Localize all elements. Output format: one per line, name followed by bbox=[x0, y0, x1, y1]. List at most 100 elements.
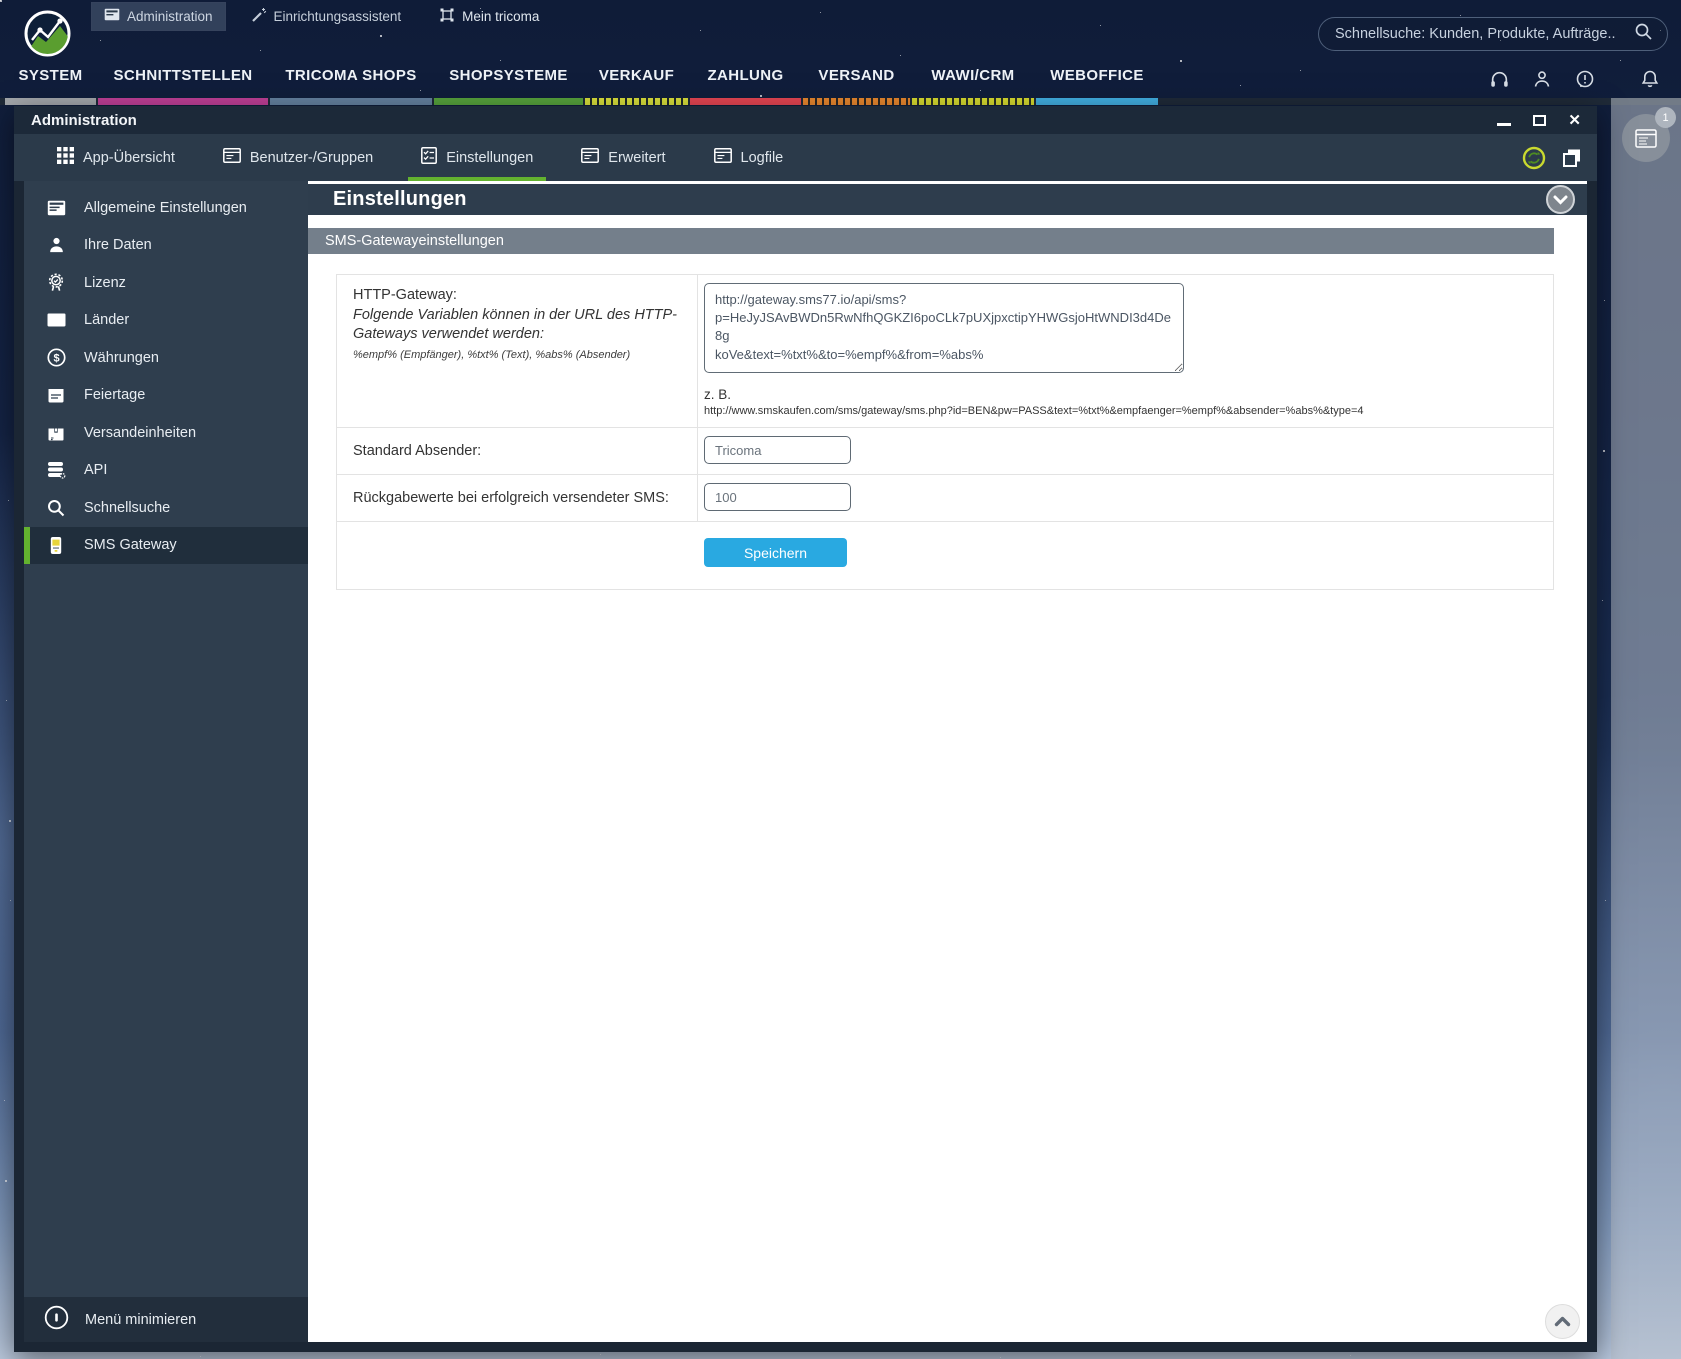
grid-icon bbox=[57, 147, 74, 168]
tab-einstellungen[interactable]: Einstellungen bbox=[408, 134, 547, 181]
sidebar-item-label: Währungen bbox=[84, 349, 159, 366]
save-button[interactable]: Speichern bbox=[704, 538, 847, 567]
example-label: z. B. bbox=[704, 387, 732, 402]
standard-absender-input[interactable] bbox=[704, 436, 851, 464]
person-icon bbox=[46, 236, 66, 254]
nav-zahlung[interactable]: ZAHLUNG bbox=[690, 62, 801, 105]
top-bar: Administration Einrichtungsassistent Mei… bbox=[0, 0, 1681, 106]
sms-gateway-form: HTTP-Gateway: Folgende Variablen können … bbox=[336, 274, 1554, 590]
sidebar-item-sms-gateway[interactable]: SMS Gateway bbox=[24, 526, 308, 564]
sidebar-item-lizenz[interactable]: Lizenz bbox=[24, 264, 308, 302]
tab-label: Einstellungen bbox=[446, 149, 534, 166]
sidebar-item-versandeinheiten[interactable]: Versandeinheiten bbox=[24, 414, 308, 452]
taskbar: Administration Einrichtungsassistent Mei… bbox=[91, 1, 551, 31]
user-icon[interactable] bbox=[1531, 68, 1553, 90]
nav-system[interactable]: SYSTEM bbox=[5, 62, 96, 105]
sidebar-item-label: SMS Gateway bbox=[84, 537, 177, 554]
phone-icon bbox=[46, 536, 66, 555]
taskbar-item-mein-tricoma[interactable]: Mein tricoma bbox=[427, 3, 551, 30]
http-gateway-label: HTTP-Gateway: bbox=[353, 287, 457, 303]
tabbar-actions bbox=[1522, 134, 1583, 181]
settings-content: Einstellungen SMS-Gatewayeinstellungen H… bbox=[308, 181, 1587, 1342]
window-titlebar[interactable]: Administration ✕ bbox=[14, 106, 1597, 134]
sidebar-item-waehrungen[interactable]: $ Währungen bbox=[24, 339, 308, 377]
sidebar-item-api[interactable]: API bbox=[24, 452, 308, 490]
dock-minimized-window[interactable]: 1 bbox=[1622, 107, 1676, 162]
dock-badge: 1 bbox=[1655, 107, 1676, 128]
sidebar-item-feiertage[interactable]: Feiertage bbox=[24, 377, 308, 415]
minimize-button[interactable] bbox=[1497, 122, 1512, 126]
sidebar-item-ihre-daten[interactable]: Ihre Daten bbox=[24, 227, 308, 265]
taskbar-item-label: Administration bbox=[127, 8, 213, 24]
nav-shopsysteme[interactable]: SHOPSYSTEME bbox=[434, 62, 583, 105]
tab-benutzer-gruppen[interactable]: Benutzer-/Gruppen bbox=[210, 134, 386, 181]
http-gateway-label-cell: HTTP-Gateway: Folgende Variablen können … bbox=[337, 275, 698, 427]
window-icon bbox=[581, 148, 600, 167]
window-icon bbox=[1635, 128, 1657, 148]
document-icon bbox=[46, 200, 66, 216]
scroll-to-top-button[interactable] bbox=[1545, 1304, 1580, 1339]
tricoma-logo[interactable] bbox=[24, 10, 71, 57]
http-gateway-textarea[interactable] bbox=[704, 283, 1184, 373]
calendar-icon bbox=[46, 386, 66, 404]
nav-tricoma-shops[interactable]: TRICOMA SHOPS bbox=[270, 62, 432, 105]
maximize-button[interactable] bbox=[1533, 114, 1547, 126]
tab-label: Benutzer-/Gruppen bbox=[249, 149, 374, 166]
rueckgabewerte-label: Rückgabewerte bei erfolgreich versendete… bbox=[337, 475, 698, 521]
alert-circle-icon[interactable] bbox=[1574, 68, 1596, 90]
window-controls: ✕ bbox=[1497, 113, 1581, 128]
chevron-up-icon bbox=[1554, 1316, 1571, 1327]
svg-text:$: $ bbox=[53, 353, 59, 365]
tab-logfile[interactable]: Logfile bbox=[701, 134, 797, 181]
sidebar-item-schnellsuche[interactable]: Schnellsuche bbox=[24, 489, 308, 527]
window-dock: 1 bbox=[1611, 98, 1681, 1359]
package-icon bbox=[46, 424, 66, 442]
utility-icons bbox=[1488, 68, 1661, 90]
form-row-standard-absender: Standard Absender: bbox=[337, 428, 1553, 475]
collapse-circle-icon bbox=[44, 1305, 69, 1334]
empty-cell bbox=[337, 522, 698, 589]
taskbar-item-administration[interactable]: Administration bbox=[91, 1, 226, 31]
chevron-down-icon bbox=[1553, 195, 1568, 205]
tab-label: Erweitert bbox=[608, 149, 666, 166]
sidebar-item-label: Schnellsuche bbox=[84, 499, 171, 516]
administration-window: Administration ✕ App-Übersicht Benutzer-… bbox=[14, 106, 1597, 1352]
refresh-icon[interactable] bbox=[1522, 146, 1546, 170]
bell-icon[interactable] bbox=[1639, 68, 1661, 90]
nav-versand[interactable]: VERSAND bbox=[803, 62, 910, 105]
sidebar-item-label: Lizenz bbox=[84, 274, 126, 291]
taskbar-item-einrichtungsassistent[interactable]: Einrichtungsassistent bbox=[239, 3, 414, 30]
window-icon bbox=[104, 8, 120, 24]
sidebar-item-allgemeine-einstellungen[interactable]: Allgemeine Einstellungen bbox=[24, 189, 308, 227]
window-body: Allgemeine Einstellungen Ihre Daten Lize… bbox=[14, 181, 1597, 1342]
http-gateway-field-cell: z. B. http://www.smskaufen.com/sms/gatew… bbox=[698, 275, 1553, 427]
collapse-section-button[interactable] bbox=[1546, 185, 1575, 214]
nav-verkauf[interactable]: VERKAUF bbox=[585, 62, 688, 105]
main-nav: SYSTEM SCHNITTSTELLEN TRICOMA SHOPS SHOP… bbox=[5, 62, 1158, 105]
nav-schnittstellen[interactable]: SCHNITTSTELLEN bbox=[98, 62, 268, 105]
sidebar-item-laender[interactable]: Länder bbox=[24, 302, 308, 340]
tab-label: App-Übersicht bbox=[83, 149, 175, 166]
search-icon[interactable] bbox=[1634, 22, 1653, 46]
database-icon bbox=[46, 461, 66, 479]
nav-wawi-crm[interactable]: WAWI/CRM bbox=[912, 62, 1034, 105]
nav-weboffice[interactable]: WEBOFFICE bbox=[1036, 62, 1158, 105]
module-icon bbox=[439, 7, 455, 26]
standard-absender-label: Standard Absender: bbox=[337, 428, 698, 474]
copy-windows-icon[interactable] bbox=[1561, 147, 1583, 169]
search-input[interactable] bbox=[1335, 26, 1634, 42]
example-url: http://www.smskaufen.com/sms/gateway/sms… bbox=[704, 405, 1364, 417]
sidebar-item-label: Länder bbox=[84, 312, 130, 329]
tab-label: Logfile bbox=[740, 149, 784, 166]
medal-icon bbox=[46, 273, 66, 292]
headset-icon[interactable] bbox=[1488, 68, 1510, 90]
form-row-http-gateway: HTTP-Gateway: Folgende Variablen können … bbox=[337, 275, 1553, 428]
sidebar-item-label: API bbox=[84, 462, 108, 479]
tab-erweitert[interactable]: Erweitert bbox=[568, 134, 678, 181]
menu-minimize-button[interactable]: Menü minimieren bbox=[24, 1297, 308, 1342]
menu-minimize-label: Menü minimieren bbox=[85, 1311, 197, 1328]
sidebar-item-label: Allgemeine Einstellungen bbox=[84, 199, 247, 216]
rueckgabewerte-input[interactable] bbox=[704, 483, 851, 511]
tab-app-uebersicht[interactable]: App-Übersicht bbox=[44, 134, 188, 181]
close-button[interactable]: ✕ bbox=[1568, 113, 1581, 128]
